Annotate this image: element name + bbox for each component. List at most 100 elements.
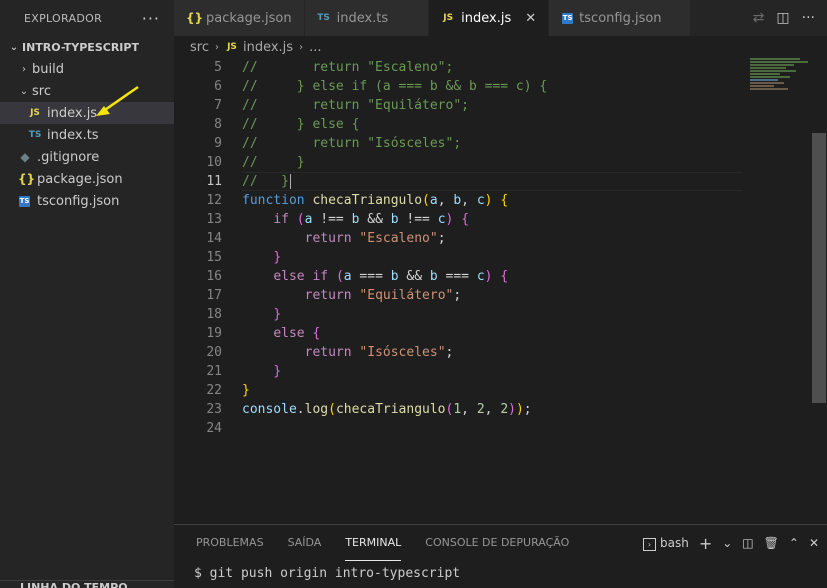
maximize-panel-icon[interactable]: ⌃ [789, 536, 799, 550]
bracket: ( [335, 269, 344, 284]
string: "Isósceles" [359, 345, 446, 360]
tab-terminal[interactable]: TERMINAL [345, 525, 402, 561]
text-cursor [289, 174, 291, 189]
code-line: return "Isósceles"; [304, 345, 454, 360]
code-line-current: // } [242, 172, 742, 191]
js-file-icon: JS [227, 42, 237, 52]
line-number: 7 [214, 98, 222, 113]
tree-item-label: build [32, 61, 64, 77]
chevron-down-icon[interactable]: ⌄ [722, 536, 732, 550]
minimap-line [750, 73, 780, 75]
breadcrumb-folder[interactable]: src [190, 40, 209, 55]
comment: // } else { [242, 117, 360, 132]
tab-index-ts[interactable]: TS index.ts [304, 0, 430, 36]
add-terminal-icon[interactable]: + [699, 534, 712, 553]
split-editor-icon[interactable]: ◫ [776, 10, 789, 26]
breadcrumb-file[interactable]: index.js [243, 40, 293, 55]
close-icon[interactable]: ✕ [525, 11, 536, 26]
tree-item-tsconfig-json[interactable]: TS tsconfig.json [0, 190, 174, 212]
param: c [476, 269, 485, 284]
panel-actions: › bash + ⌄ ◫ 🗑 ⌃ ✕ [643, 525, 819, 561]
tab-problems[interactable]: PROBLEMAS [196, 525, 264, 561]
tab-package-json[interactable]: {} package.json [174, 0, 305, 36]
open-changes-icon[interactable]: ⇄ [753, 10, 765, 26]
code-line: else if (a === b && b === c) { [273, 269, 509, 284]
bracket: } [273, 364, 282, 379]
line-number: 17 [206, 288, 222, 303]
line-number: 6 [214, 79, 222, 94]
bracket: } [273, 307, 282, 322]
keyword: return [304, 231, 352, 246]
code-line: } [242, 248, 742, 267]
tab-output[interactable]: SAÍDA [288, 525, 322, 561]
more-actions-icon[interactable]: ··· [802, 10, 815, 26]
split-terminal-icon[interactable]: ◫ [742, 536, 753, 550]
timeline-section-header[interactable]: LINHA DO TEMPO [0, 580, 174, 588]
param: b [351, 212, 360, 227]
close-icon[interactable]: ✕ [809, 536, 819, 550]
tree-item-index-ts[interactable]: TS index.ts [0, 124, 174, 146]
line-number: 23 [206, 402, 222, 417]
code-area[interactable]: // return "Escaleno"; // } else if (a ==… [242, 58, 742, 438]
chevron-right-icon: › [22, 63, 26, 75]
minimap-line [750, 70, 796, 72]
param: c [476, 193, 485, 208]
annotation-arrow-icon [96, 85, 139, 116]
number: 2 [476, 402, 485, 417]
json-file-icon: {} [18, 172, 36, 186]
code-line: return "Equilátero"; [304, 288, 462, 303]
code-line: return "Escaleno"; [304, 231, 446, 246]
line-number-gutter: 5 6 7 8 9 10 11 12 13 14 15 16 17 18 19 20 21 22 23 24 [174, 58, 222, 438]
line-number: 10 [206, 155, 222, 170]
minimap-line [750, 79, 778, 81]
tree-item-label: package.json [37, 171, 123, 187]
code-editor[interactable]: 5 6 7 8 9 10 11 12 13 14 15 16 17 18 19 20 21 22 23 24 // r… [174, 58, 827, 524]
line-number: 21 [206, 364, 222, 379]
minimap-line [750, 82, 784, 84]
tab-tsconfig-json[interactable]: TS tsconfig.json [549, 0, 691, 36]
code-line: } [242, 381, 742, 400]
line-number: 5 [214, 60, 222, 75]
project-name: INTRO-TYPESCRIPT [22, 40, 139, 54]
tree-item-index-js[interactable]: JS index.js [0, 102, 174, 124]
tab-debug-console[interactable]: CONSOLE DE DEPURAÇÃO [425, 525, 569, 561]
line-number: 12 [206, 193, 222, 208]
param: b [390, 269, 399, 284]
comment: // } [242, 155, 305, 170]
trash-icon[interactable]: 🗑 [764, 536, 779, 550]
tree-item-package-json[interactable]: {} package.json [0, 168, 174, 190]
comment: // return "Escaleno"; [242, 60, 454, 75]
code-line: } [242, 305, 742, 324]
breadcrumb-symbol[interactable]: ... [309, 40, 321, 55]
minimap[interactable] [750, 58, 812, 118]
bracket: } [242, 383, 250, 398]
tab-label: package.json [206, 10, 292, 26]
tree-item-src[interactable]: ⌄ src [0, 80, 174, 102]
editor-actions: ⇄ ◫ ··· [752, 0, 827, 36]
tree-item-label: index.ts [47, 127, 99, 143]
scrollbar-thumb[interactable] [812, 133, 826, 403]
editor-scrollbar[interactable] [812, 58, 827, 524]
tree-item-build[interactable]: › build [0, 58, 174, 80]
code-line: // } [242, 153, 742, 172]
terminal-selector[interactable]: › bash [643, 536, 689, 551]
comment: // } else if (a === b && b === c) { [242, 79, 548, 94]
tree-item-gitignore[interactable]: ◆ .gitignore [0, 146, 174, 168]
keyword: function [242, 193, 305, 208]
param: b [453, 193, 462, 208]
bracket: { [500, 193, 509, 208]
shell-name: bash [660, 535, 689, 550]
more-actions-icon[interactable]: ··· [142, 9, 160, 28]
terminal-output[interactable]: $ git push origin intro-typescript [194, 565, 460, 583]
chevron-down-icon: ⌄ [9, 41, 19, 53]
tab-index-js[interactable]: JS index.js ✕ [429, 0, 550, 36]
ts-file-icon: TS [28, 130, 42, 140]
code-line: // } else { [242, 115, 742, 134]
project-section-header[interactable]: ⌄ INTRO-TYPESCRIPT [0, 36, 174, 58]
explorer-header: EXPLORADOR ··· [0, 0, 174, 36]
line-number: 14 [206, 231, 222, 246]
bracket: { [500, 269, 509, 284]
line-number: 20 [206, 345, 222, 360]
panel-tabs: PROBLEMAS SAÍDA TERMINAL CONSOLE DE DEPU… [196, 525, 593, 561]
tree-item-label: src [32, 83, 51, 99]
